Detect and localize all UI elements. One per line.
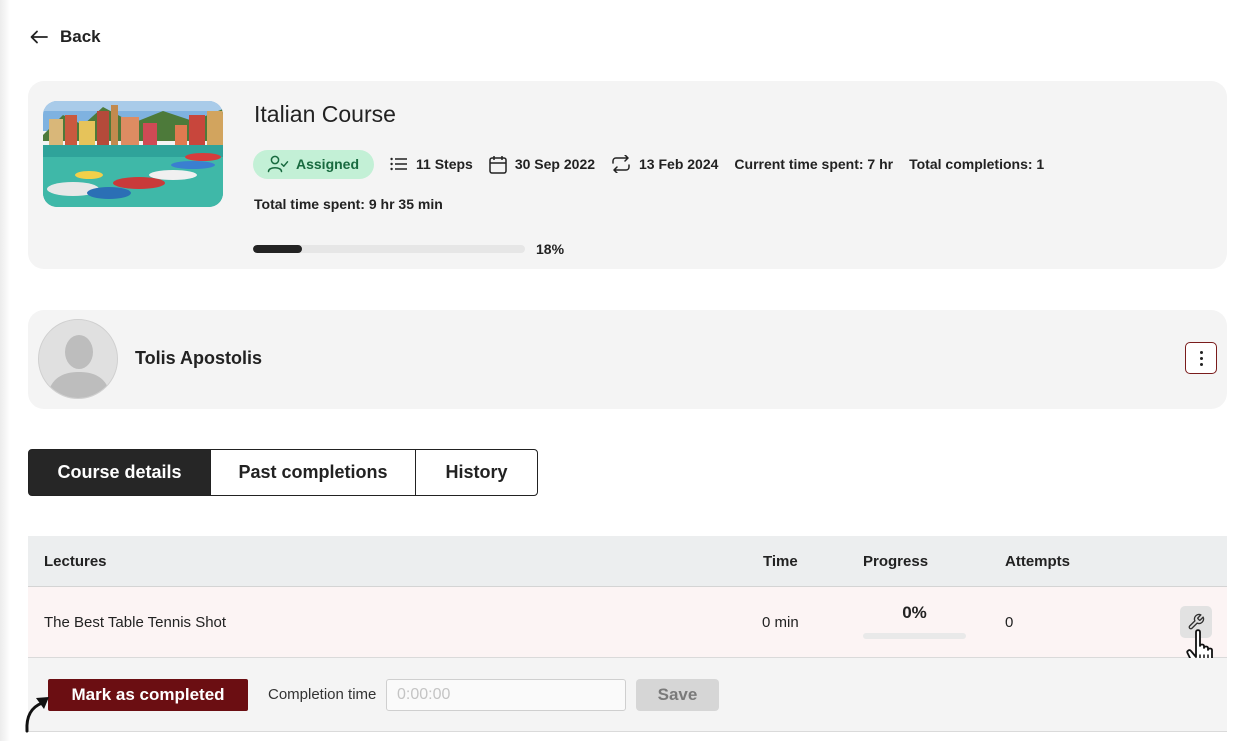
kebab-menu-button[interactable] [1185,342,1217,374]
completion-time-input[interactable] [386,679,626,711]
tab-past-completions[interactable]: Past completions [210,449,416,496]
calendar-icon [489,155,507,174]
arrow-left-icon [30,30,48,44]
lecture-progress-percent: 0% [902,603,927,622]
save-button[interactable]: Save [636,679,719,711]
current-time-spent: Current time spent: 7 hr [734,156,894,172]
course-thumbnail [43,101,223,207]
course-meta: Assigned 11 Steps 30 Sep 2022 13 Feb 202… [253,149,1060,179]
renew-date: 13 Feb 2024 [611,155,718,173]
mark-as-completed-button[interactable]: Mark as completed [48,679,248,711]
header-time: Time [763,553,798,570]
arrow-annotation-icon [25,697,49,733]
table-row: The Best Table Tennis Shot 0 min 0% 0 [28,587,1227,669]
course-title: Italian Course [254,101,396,127]
user-check-icon [267,155,289,173]
progress-bar-fill [253,245,302,253]
tab-course-details[interactable]: Course details [28,449,211,496]
progress-bar [253,245,525,253]
user-card: Tolis Apostolis [28,310,1227,409]
left-edge-shadow [0,0,10,741]
total-time-spent: Total time spent: 9 hr 35 min [254,196,443,212]
lecture-time: 0 min [762,614,799,631]
lecture-attempts: 0 [1005,614,1014,631]
list-icon [390,157,408,171]
steps-count: 11 Steps [390,156,473,172]
status-label: Assigned [296,156,360,172]
back-label: Back [60,27,101,46]
row-actions: Mark as completed Completion time Save [28,658,1227,732]
lecture-progress: 0% [863,603,966,639]
repeat-icon [612,155,630,173]
lectures-table: Lectures Time Progress Attempts The Best… [28,536,1227,732]
tab-bar: Course details Past completions History [28,449,538,496]
header-lectures: Lectures [44,553,107,570]
tab-history[interactable]: History [415,449,538,496]
user-silhouette-icon [39,320,117,398]
header-progress: Progress [863,553,929,570]
course-progress: 18% [253,241,564,257]
status-badge: Assigned [253,149,375,179]
avatar [38,319,118,399]
header-attempts: Attempts [1005,553,1071,570]
progress-percent: 18% [536,241,565,257]
total-completions: Total completions: 1 [909,156,1045,172]
lecture-progress-bar [863,633,966,639]
user-name: Tolis Apostolis [135,348,263,368]
lecture-title: The Best Table Tennis Shot [44,614,227,631]
course-card: Italian Course Assigned 11 Steps 30 Sep … [28,81,1227,269]
back-link[interactable]: Back [30,26,101,48]
table-header: Lectures Time Progress Attempts [28,536,1227,587]
start-date: 30 Sep 2022 [489,155,595,174]
completion-time-label: Completion time [268,686,377,703]
kebab-menu-icon [1199,350,1203,354]
